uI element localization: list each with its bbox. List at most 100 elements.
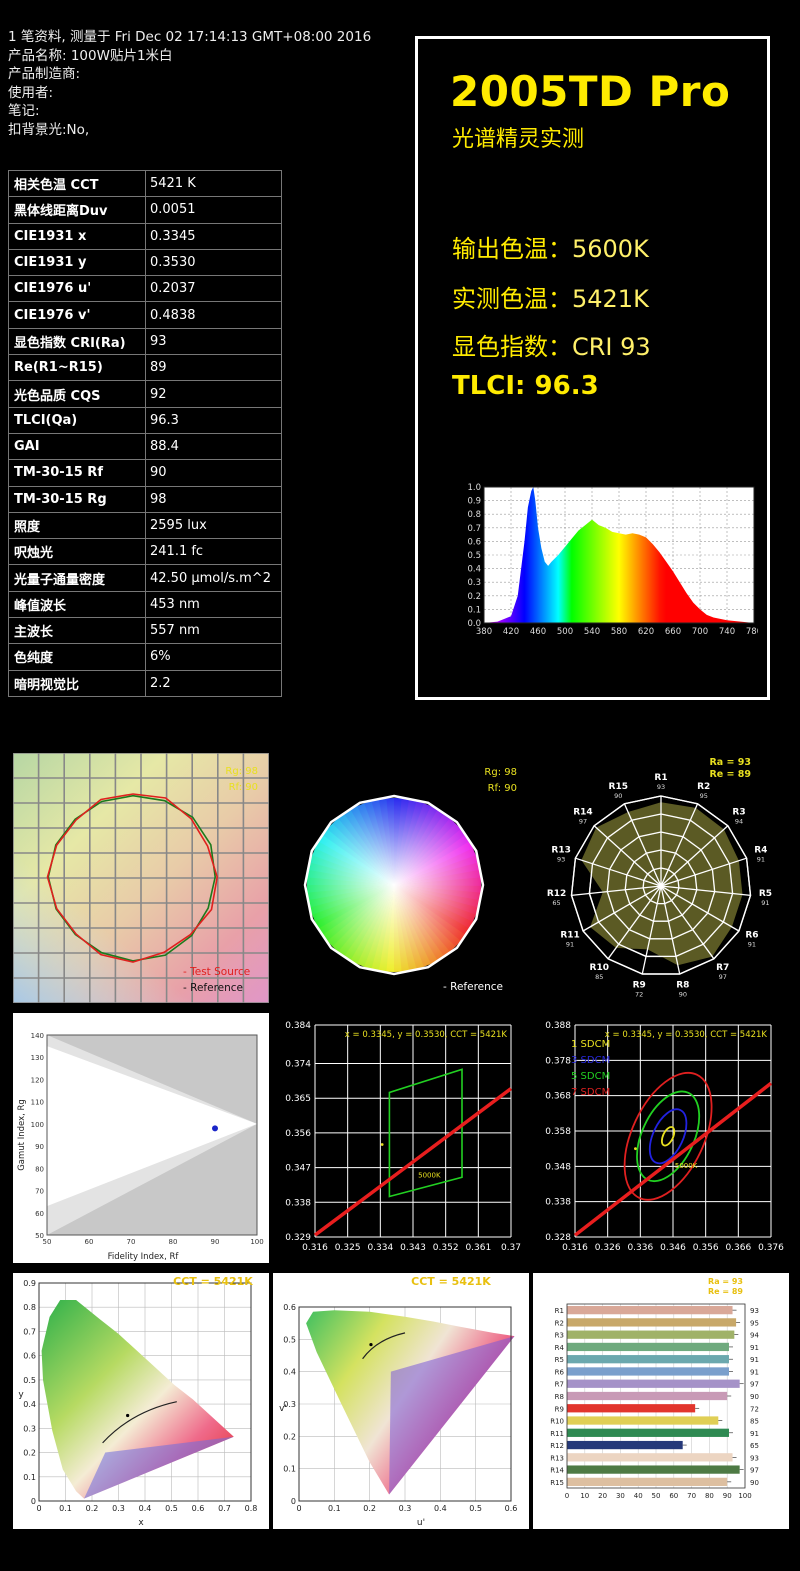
x-tick-label: 500 — [557, 627, 573, 637]
y-tick-label: 80 — [35, 1165, 44, 1173]
sdcm-ellipse — [636, 1090, 701, 1183]
cri-value: CRI 93 — [572, 333, 651, 361]
row-label: 显色指数 CRI(Ra) — [9, 328, 146, 355]
x-tick-label: 0.376 — [758, 1243, 784, 1253]
y-tick-label: 0 — [291, 1497, 296, 1506]
row-label: CIE1931 x — [9, 223, 146, 249]
row-value: 241.1 fc — [150, 544, 204, 560]
y-tick-label: 0.2 — [23, 1449, 36, 1458]
radar-axis-label: R12 — [547, 889, 566, 899]
x-tick-label: 0.4 — [139, 1504, 152, 1513]
measured-cct-value: 5421K — [572, 285, 649, 313]
bar-value-label: 65 — [750, 1442, 759, 1450]
x-tick-label: 0.3 — [399, 1504, 412, 1513]
row-label: CIE1931 y — [9, 249, 146, 276]
radar-axis-label: R3 — [732, 808, 745, 818]
radar-axis-label: R15 — [609, 782, 628, 792]
x-tick-label: 0.2 — [86, 1504, 99, 1513]
output-cct: 输出色温：5600K — [452, 229, 649, 264]
y-tick-label: 0.384 — [285, 1021, 311, 1031]
coordinate-readout: x = 0.3345, y = 0.3530, CCT = 5421K — [345, 1030, 508, 1040]
x-tick-label: 0.326 — [595, 1243, 621, 1253]
row-label: 色纯度 — [9, 644, 146, 670]
table-row: CIE1931 y 0.3530 — [9, 249, 281, 277]
output-cct-value: 5600K — [572, 235, 649, 263]
tlci-line: TLCI: 96.3 — [452, 371, 599, 401]
radar-axis-label: R8 — [676, 981, 689, 991]
measurement-timestamp: 1 笔资料, 测量于 Fri Dec 02 17:14:13 GMT+08:00… — [8, 29, 372, 45]
measurement-table: 相关色温 CCT 5421 K 黑体线距离Duv 0.0051 CIE1931 x 0.3… — [8, 170, 282, 697]
row-value: 0.0051 — [150, 202, 196, 218]
measurement-info: 1 笔资料, 测量于 Fri Dec 02 17:14:13 GMT+08:00… — [8, 28, 371, 139]
y-tick-label: 100 — [31, 1121, 44, 1129]
y-tick-label: 0.4 — [283, 1368, 296, 1377]
table-row: GAI 88.4 — [9, 433, 281, 461]
x-tick-label: 0.343 — [400, 1243, 426, 1253]
rg-label: Rg: 98 — [225, 766, 258, 777]
y-tick-label: 0.356 — [285, 1129, 311, 1139]
y-tick-label: 0.7 — [467, 524, 481, 534]
radar-axis-label: R4 — [754, 846, 767, 856]
measured-cct: 实测色温：5421K — [452, 279, 649, 314]
row-value: 96.3 — [150, 412, 179, 428]
row-value: 88.4 — [150, 439, 179, 455]
radar-axis-label: R10 — [590, 963, 609, 973]
table-row: 显色指数 CRI(Ra) 93 — [9, 328, 281, 356]
radar-axis-label: R1 — [654, 773, 667, 783]
y-tick-label: 0.6 — [23, 1352, 36, 1361]
cri-bar — [567, 1453, 733, 1462]
y-axis-title: Gamut Index, Rg — [17, 1099, 27, 1171]
rf-label: Rf: 90 — [488, 783, 517, 794]
bar-category-label: R7 — [555, 1381, 564, 1389]
x-tick-label: 90 — [723, 1492, 732, 1500]
row-value: 453 nm — [150, 596, 200, 612]
table-row: 主波长 557 nm — [9, 618, 281, 645]
radar-value-label: 91 — [757, 856, 765, 864]
y-tick-label: 0.4 — [467, 565, 481, 575]
sdcm3-legend: 3 SDCM — [571, 1055, 610, 1066]
x-tick-label: 580 — [611, 627, 627, 637]
sdcm7-legend: 7 SDCM — [571, 1087, 610, 1098]
row-label: GAI — [9, 433, 146, 460]
bar-category-label: R12 — [550, 1442, 564, 1450]
panel-subtitle: 光谱精灵实测 — [452, 127, 585, 152]
sdcm-graphic: 0.316 0.326 0.336 0.346 0.356 0.366 0.376 0.328… — [545, 1021, 784, 1253]
x-tick-label: 0.3 — [112, 1504, 125, 1513]
y-tick-label: 0.6 — [467, 537, 481, 547]
table-row: CIE1931 x 0.3345 — [9, 223, 281, 250]
color-vector-graphic: Rg: 98 Rf: 90 - Test Source - Reference — [13, 753, 269, 1003]
bar-category-label: R15 — [550, 1479, 564, 1487]
x-tick-label: 80 — [169, 1238, 178, 1246]
cri-radar-chart: R1 93 R2 95 R3 94 R4 91 R5 91 R6 91 R7 97 R8 90 R9 72 R10 8… — [533, 753, 789, 1003]
bar-category-label: R10 — [550, 1418, 564, 1426]
cri-bar — [567, 1330, 735, 1339]
x-tick-label: 620 — [638, 627, 654, 637]
data-point — [380, 1143, 384, 1146]
table-row: 光色品质 CQS 92 — [9, 381, 281, 408]
y-tick-label: 0.4 — [23, 1400, 36, 1409]
row-label: 主波长 — [9, 618, 146, 644]
row-value: 5421 K — [150, 176, 196, 192]
y-tick-label: 0.1 — [467, 605, 481, 615]
y-tick-label: 0.388 — [545, 1021, 571, 1031]
y-axis-title: y — [18, 1390, 24, 1400]
row-label: 光量子通量密度 — [9, 565, 146, 591]
output-cct-label: 输出色温： — [452, 235, 572, 263]
cri-bar — [567, 1465, 740, 1474]
x-tick-label: 0.2 — [363, 1504, 376, 1513]
row-value: 90 — [150, 465, 167, 481]
table-row: CIE1976 u' 0.2037 — [9, 276, 281, 303]
x-tick-label: 420 — [503, 627, 519, 637]
cri-bar — [567, 1306, 733, 1315]
sdcm5-legend: 5 SDCM — [571, 1071, 610, 1082]
cri-label: 显色指数： — [452, 333, 572, 361]
reference-legend: - Reference — [183, 982, 243, 994]
y-tick-label: 0.329 — [285, 1233, 311, 1243]
y-tick-label: 60 — [35, 1210, 44, 1218]
y-tick-label: 140 — [31, 1032, 44, 1040]
x-tick-label: 0.325 — [335, 1243, 361, 1253]
bar-category-label: R5 — [555, 1356, 564, 1364]
x-tick-label: 460 — [530, 627, 546, 637]
row-value: 2.2 — [150, 675, 171, 691]
cri-bar — [567, 1477, 728, 1486]
